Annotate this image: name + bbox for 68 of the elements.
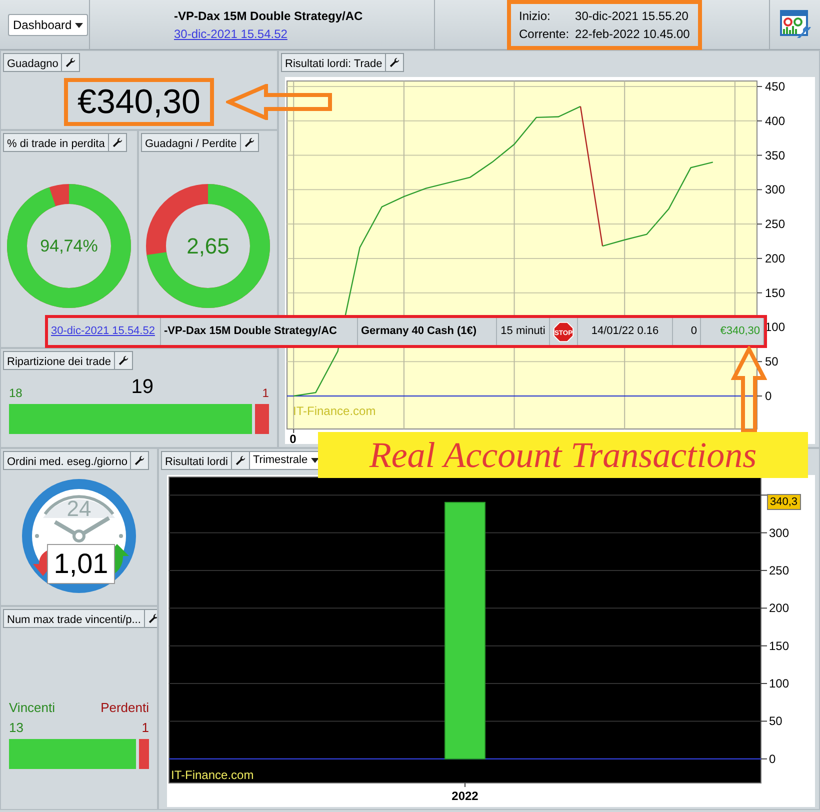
y-tick-label: 250 <box>765 217 786 232</box>
table-cell: €340,30 <box>701 318 764 345</box>
wrench-icon <box>118 355 129 366</box>
table-cell: -VP-Dax 15M Double Strategy/AC <box>161 318 358 345</box>
y-tick-label: 150 <box>765 286 786 300</box>
panel-title: % di trade in perdita <box>6 137 106 151</box>
y-tick-label: 400 <box>765 114 786 128</box>
orders-value: 1,01 <box>47 544 115 584</box>
y-tick-label: 0 <box>765 389 772 403</box>
time-value: 30-dic-2021 15.55.20 <box>575 8 690 25</box>
trade-total: 19 <box>131 375 154 400</box>
win-count: 18 <box>9 385 22 402</box>
panel-title: Guadagno <box>6 57 60 71</box>
win-count: 13 <box>9 718 24 736</box>
y-tick-label: 50 <box>765 354 778 369</box>
y-tick-label: 200 <box>765 251 786 266</box>
panel-title: Num max trade vincenti/p... <box>6 613 142 627</box>
y-tick-label: 50 <box>769 714 782 728</box>
annotation-banner: Real Account Transactions <box>318 432 808 478</box>
wrench-icon <box>148 613 157 624</box>
x-tick-label: 2022 <box>452 789 478 803</box>
donut-value: 94,74% <box>39 235 99 258</box>
table-cell: 15 minuti <box>497 318 550 345</box>
panel-title: Ripartizione dei trade <box>6 355 112 369</box>
losses-label: Perdenti <box>100 699 149 717</box>
wrench-icon <box>112 137 123 148</box>
y-tick-label: 100 <box>765 320 786 334</box>
dashboard-dropdown[interactable]: Dashboard <box>8 14 88 36</box>
y-tick-label: 250 <box>769 563 790 578</box>
y-tick-label: 100 <box>769 676 790 690</box>
gain-value: €340,30 <box>64 78 214 126</box>
y-tick-label: 300 <box>769 526 790 540</box>
time-value: 22-feb-2022 10.45.00 <box>575 26 690 43</box>
trade-date-link[interactable]: 30-dic-2021 15.54.52 <box>48 318 161 345</box>
x-tick-label: 0 <box>290 432 296 444</box>
donut-value: 2,65 <box>186 232 230 260</box>
y-tick-label: 450 <box>765 80 786 94</box>
table-cell: 0 <box>673 318 701 345</box>
panel-title: Risultati lordi <box>164 455 229 469</box>
wins-label: Vincenti <box>9 699 56 717</box>
time-label: Inizio: <box>519 8 552 25</box>
chart-watermark: IT-Finance.com <box>171 768 254 782</box>
axis-value-tag: 340,3 <box>767 494 801 510</box>
panel-title: Risultati lordi: Trade <box>284 57 384 71</box>
wrench-icon <box>234 455 246 466</box>
panel-settings-button[interactable] <box>144 610 157 627</box>
dial-label: 24 <box>66 495 92 523</box>
loss-count: 1 <box>262 385 269 402</box>
y-tick-label: 300 <box>765 182 786 197</box>
table-cell: 14/01/22 0.16 <box>578 318 673 345</box>
y-tick-label: 200 <box>769 601 790 616</box>
y-tick-label: 350 <box>765 148 786 162</box>
y-tick-label: 0 <box>769 752 776 766</box>
panel-title: Guadagni / Perdite <box>144 137 238 151</box>
caret-icon <box>310 458 319 463</box>
y-tick-label: 150 <box>769 638 790 653</box>
panel-title: Ordini med. eseg./giorno <box>6 455 128 469</box>
table-cell: Germany 40 Cash (1€) <box>358 318 497 345</box>
wrench-icon <box>389 57 400 68</box>
loss-count: 1 <box>140 718 149 736</box>
strategy-title: -VP-Dax 15M Double Strategy/AC <box>174 8 363 25</box>
strategy-date-link[interactable]: 30-dic-2021 15.54.52 <box>174 25 288 43</box>
caret-icon <box>74 22 83 28</box>
chart-watermark: IT-Finance.com <box>293 404 376 418</box>
wrench-icon <box>65 57 76 68</box>
time-label: Corrente: <box>519 26 570 43</box>
wrench-icon <box>134 455 146 466</box>
wrench-icon <box>244 137 255 148</box>
